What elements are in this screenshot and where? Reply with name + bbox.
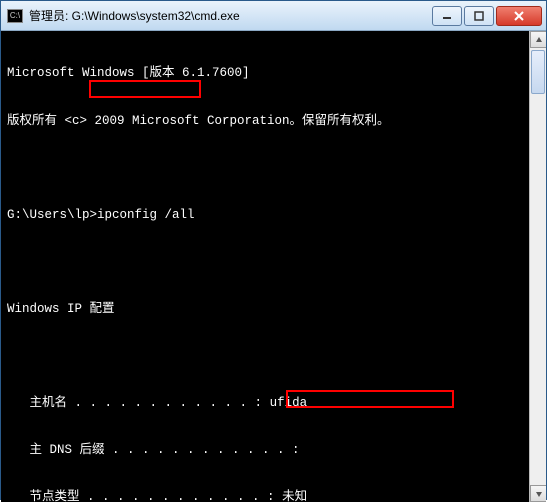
row-hostname: 主机名 . . . . . . . . . . . . : ufida	[7, 396, 523, 412]
prompt-line: G:\Users\lp>ipconfig /all	[7, 208, 523, 224]
terminal-area: Microsoft Windows [版本 6.1.7600] 版权所有 <c>…	[1, 31, 546, 502]
prompt: G:\Users\lp>	[7, 208, 97, 222]
row-dns-suffix: 主 DNS 后缀 . . . . . . . . . . . . :	[7, 443, 523, 459]
version-line: Microsoft Windows [版本 6.1.7600]	[7, 66, 523, 82]
cmd-icon: C:\	[7, 9, 23, 23]
copyright-line: 版权所有 <c> 2009 Microsoft Corporation。保留所有…	[7, 114, 523, 130]
section-header-ip: Windows IP 配置	[7, 302, 523, 318]
window-titlebar: C:\ 管理员: G:\Windows\system32\cmd.exe	[1, 1, 546, 31]
maximize-button[interactable]	[464, 6, 494, 26]
scroll-thumb[interactable]	[531, 50, 545, 94]
scroll-up-button[interactable]	[530, 31, 546, 48]
scroll-down-button[interactable]	[530, 485, 546, 502]
command-text: ipconfig /all	[97, 208, 195, 222]
row-node-type: 节点类型 . . . . . . . . . . . . : 未知	[7, 490, 523, 502]
terminal-content[interactable]: Microsoft Windows [版本 6.1.7600] 版权所有 <c>…	[1, 31, 529, 502]
close-button[interactable]	[496, 6, 542, 26]
window-title: 管理员: G:\Windows\system32\cmd.exe	[29, 7, 430, 24]
scroll-track[interactable]	[530, 48, 546, 485]
minimize-button[interactable]	[432, 6, 462, 26]
window-controls	[430, 6, 542, 26]
vertical-scrollbar[interactable]	[529, 31, 546, 502]
